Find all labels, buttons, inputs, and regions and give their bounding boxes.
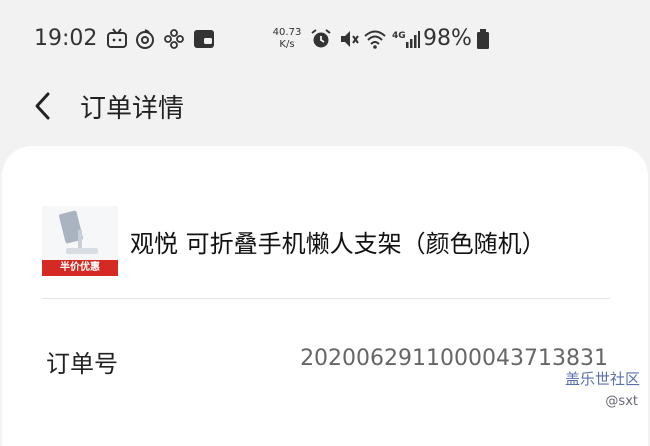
battery-icon [477,29,489,49]
battery-percent: 98% [423,26,472,51]
tv-icon [107,28,127,48]
order-number-value[interactable]: 2020062911000043713831 [300,346,608,371]
discount-badge: 半价优惠 [42,260,118,276]
order-card: 半价优惠 观悦 可折叠手机懒人支架（颜色随机） 订单号 202006291100… [2,146,648,446]
pinwheel-icon [164,29,184,49]
wifi-icon [364,30,386,49]
moon-icon [136,29,154,49]
product-name: 观悦 可折叠手机懒人支架（颜色随机） [130,230,546,258]
product-image: 半价优惠 [42,206,118,276]
status-time: 19:02 [34,26,98,51]
net-speed-unit: K/s [279,39,295,50]
status-bar: 19:02 40.73 K/s 4G 98% [0,0,650,80]
header: 订单详情 [0,80,650,132]
alarm-icon [311,29,331,48]
back-button[interactable] [28,88,58,124]
watermark-brand: 盖乐世社区 [564,370,640,388]
divider [42,298,610,299]
net-speed-value: 40.73 [272,27,302,38]
net-speed: 40.73 K/s [270,27,304,51]
wallet-icon [194,30,214,48]
mute-icon [341,31,359,47]
svg-text:4G: 4G [392,31,406,41]
page-title: 订单详情 [80,94,185,124]
product-item[interactable]: 半价优惠 观悦 可折叠手机懒人支架（颜色随机） [42,206,612,280]
signal-4g-icon: 4G [392,31,420,48]
watermark-user: @sxt [605,394,638,409]
order-number-label: 订单号 [46,350,118,378]
